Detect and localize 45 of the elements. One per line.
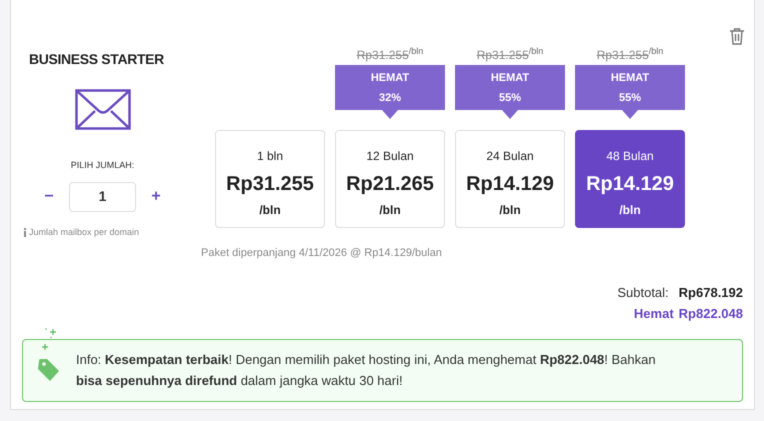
badge-value: 55%	[618, 90, 642, 106]
trash-icon[interactable]	[729, 27, 745, 45]
plan-card[interactable]: 24 Bulan Rp14.129 /bln	[455, 130, 565, 228]
plan-unit: /bln	[499, 202, 521, 219]
decrease-button[interactable]: −	[40, 184, 58, 208]
badge-value: 55%	[498, 90, 522, 106]
plan-price: Rp14.129	[466, 172, 554, 197]
tag-icon	[37, 358, 61, 382]
badge-label: HEMAT	[370, 70, 410, 86]
plan-unit: /bln	[619, 202, 641, 219]
plan-period: 24 Bulan	[486, 148, 534, 165]
plan-period: 12 Bulan	[366, 148, 414, 165]
envelope-icon	[74, 89, 130, 130]
original-price: Rp31.255	[356, 48, 409, 64]
plan-period: 1 bln	[256, 148, 284, 165]
info-text: Info: Kesempatan terbaik! Dengan memilih paket hosting ini, Anda menghemat Rp822.048! Bahkan bisa sepenuhnya direfund dalam jangka waktu 30 hari!	[76, 351, 657, 390]
quantity-label: PILIH JUMLAH:	[70, 159, 134, 172]
original-unit: /bln	[528, 46, 544, 57]
badge-label: HEMAT	[490, 70, 530, 86]
badge-value: 32%	[378, 90, 402, 106]
quantity-note: Jumlah mailbox per domain	[29, 226, 140, 239]
plan-price: Rp21.265	[346, 172, 434, 197]
plan-card[interactable]: 12 Bulan Rp21.265 /bln	[335, 130, 445, 228]
increase-button[interactable]: +	[147, 184, 165, 208]
badge-label: HEMAT	[610, 70, 650, 86]
original-price: Rp31.255	[596, 48, 649, 64]
original-unit: /bln	[408, 46, 424, 57]
savings-label: Hemat	[634, 304, 674, 322]
renewal-note: Paket diperpanjang 4/11/2026 @ Rp14.129/bulan	[201, 246, 443, 261]
plan-card[interactable]: 48 Bulan Rp14.129 /bln	[575, 130, 685, 228]
plan-price: Rp31.255	[226, 172, 314, 197]
plan-unit: /bln	[379, 202, 401, 219]
sparkle-drawing	[42, 328, 58, 350]
plan-card[interactable]: 1 bln Rp31.255 /bln	[215, 130, 325, 228]
original-price: Rp31.255	[476, 48, 529, 64]
original-unit: /bln	[648, 46, 664, 57]
plan-unit: /bln	[259, 202, 281, 219]
savings-value: Rp822.048	[678, 304, 743, 323]
plan-period: 48 Bulan	[606, 148, 654, 165]
product-title: BUSINESS STARTER	[29, 50, 164, 69]
info-icon	[23, 228, 27, 237]
quantity-field[interactable]: 1	[69, 182, 136, 212]
plan-price: Rp14.129	[586, 172, 674, 197]
subtotal-value: Rp678.192	[678, 284, 743, 302]
subtotal-label: Subtotal:	[617, 284, 669, 302]
